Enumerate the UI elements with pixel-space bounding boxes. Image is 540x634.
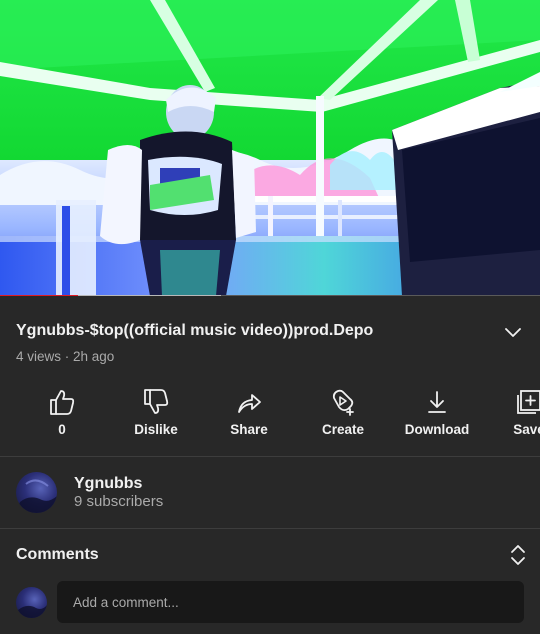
- comment-input[interactable]: [57, 581, 524, 623]
- thumbs-up-icon: [50, 390, 75, 415]
- create-button[interactable]: Create: [298, 384, 388, 444]
- channel-avatar[interactable]: [16, 472, 57, 513]
- save-label: Save: [513, 422, 540, 437]
- video-player[interactable]: [0, 0, 540, 296]
- comments-title[interactable]: Comments: [16, 546, 99, 564]
- download-button[interactable]: Download: [392, 384, 482, 444]
- chevron-down-icon: [505, 328, 521, 337]
- chevron-up-down-icon[interactable]: [508, 544, 528, 566]
- channel-name[interactable]: Ygnubbs: [74, 475, 142, 493]
- avatar-image: [16, 605, 47, 618]
- title-row[interactable]: Ygnubbs-$top((official music video))prod…: [16, 320, 526, 346]
- subscriber-count: 9 subscribers: [74, 493, 164, 510]
- thumbs-down-icon: [144, 389, 169, 414]
- video-title[interactable]: Ygnubbs-$top((official music video))prod…: [16, 322, 373, 340]
- divider: [0, 456, 540, 457]
- share-arrow-icon: [238, 394, 261, 413]
- dislike-label: Dislike: [134, 422, 178, 437]
- save-button[interactable]: Save: [484, 384, 540, 444]
- share-button[interactable]: Share: [204, 384, 294, 444]
- watch-page: Ygnubbs-$top((official music video))prod…: [0, 0, 540, 634]
- download-label: Download: [404, 422, 470, 437]
- description-expand-button[interactable]: [500, 320, 526, 346]
- dislike-button[interactable]: Dislike: [111, 384, 201, 444]
- video-progress-bar[interactable]: [0, 295, 540, 296]
- avatar-image: [16, 479, 57, 513]
- video-frame: [0, 0, 540, 296]
- action-bar: 0 Dislike Share Create Download Sav: [0, 384, 540, 444]
- save-playlist-add-icon: [517, 390, 540, 414]
- share-label: Share: [230, 422, 268, 437]
- create-label: Create: [321, 422, 365, 437]
- progress-played: [0, 295, 79, 296]
- like-button[interactable]: 0: [17, 384, 107, 444]
- video-meta: 4 views · 2h ago: [16, 349, 115, 364]
- like-count: 0: [58, 422, 66, 437]
- create-scissors-plus-icon: [332, 389, 354, 416]
- divider: [0, 528, 540, 529]
- user-avatar: [16, 587, 47, 618]
- download-icon: [428, 391, 446, 413]
